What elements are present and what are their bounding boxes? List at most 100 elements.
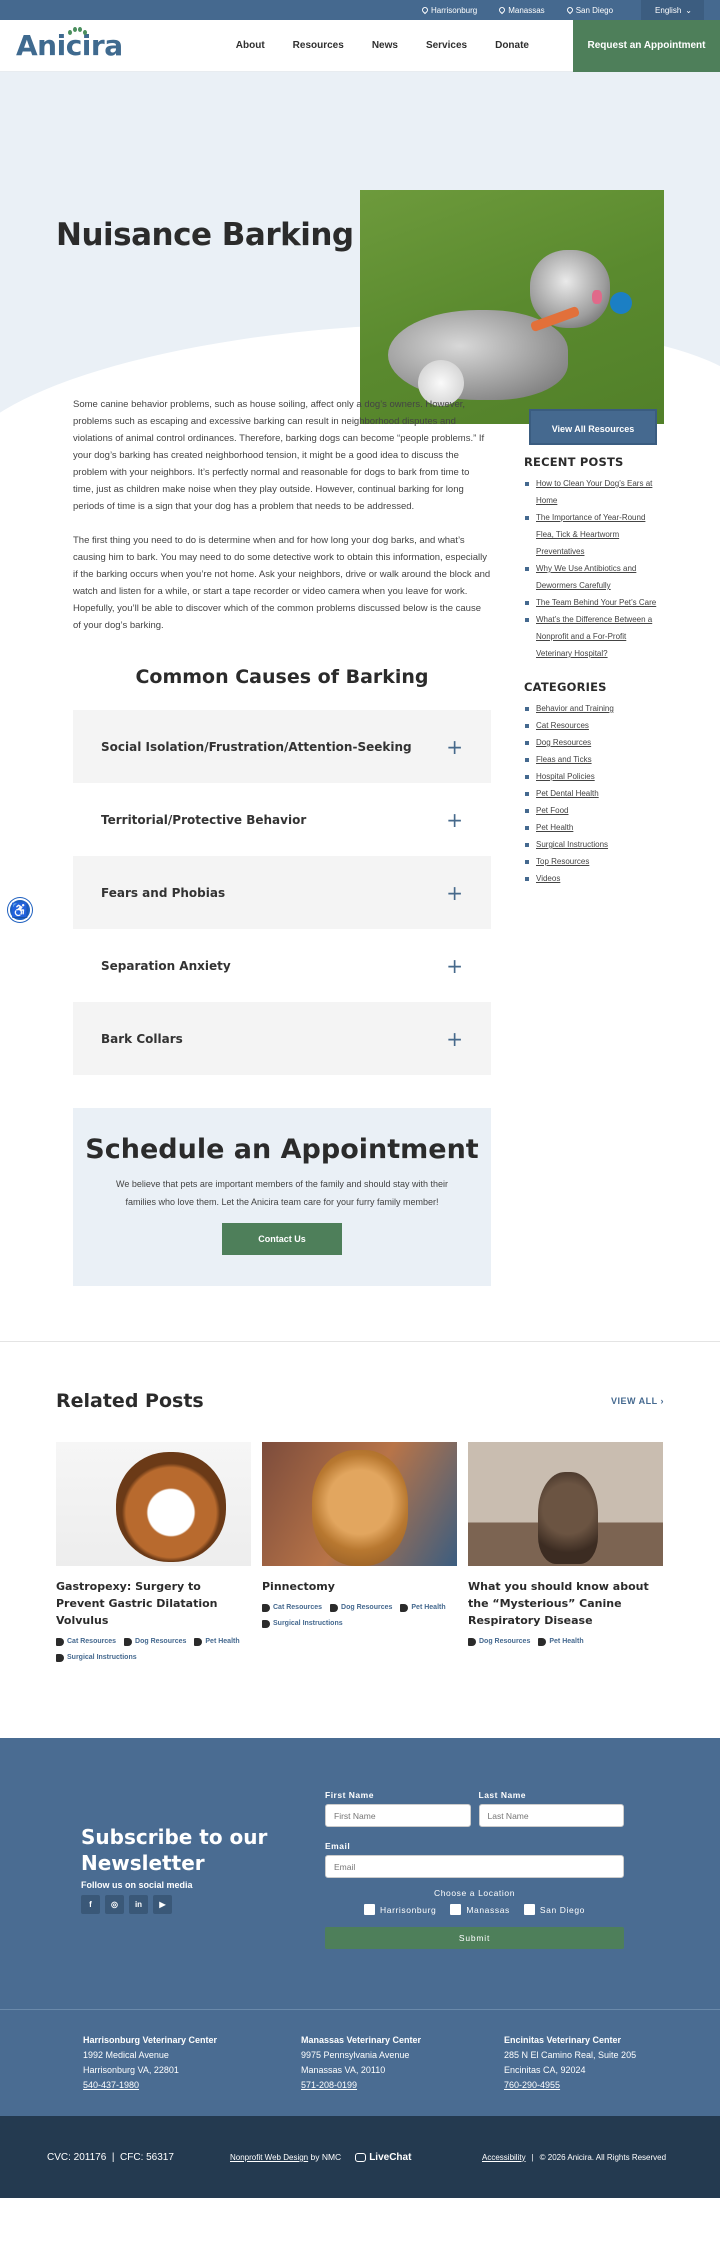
tag-link[interactable]: Dog Resources — [330, 1601, 392, 1615]
tag-link[interactable]: Pet Health — [400, 1601, 446, 1615]
map-pin-icon — [565, 5, 574, 15]
location-info: Harrisonburg Veterinary Center 1992 Medi… — [83, 2035, 218, 2090]
livechat-logo[interactable]: LiveChat — [355, 2152, 411, 2163]
category-link[interactable]: Hospital Policies — [524, 768, 664, 785]
phone-link[interactable]: 571-208-0199 — [301, 2080, 357, 2090]
recent-post-link[interactable]: How to Clean Your Dog’s Ears at Home — [524, 475, 664, 509]
accordion-item[interactable]: Social Isolation/Frustration/Attention-S… — [73, 710, 491, 783]
category-link[interactable]: Surgical Instructions — [524, 836, 664, 853]
checkbox-san-diego[interactable]: San Diego — [523, 1904, 585, 1915]
location-link-harrisonburg[interactable]: Harrisonburg — [420, 5, 477, 15]
tag-link[interactable]: Cat Resources — [262, 1601, 322, 1615]
nav-news[interactable]: News — [358, 40, 412, 51]
nav-resources[interactable]: Resources — [279, 40, 358, 51]
tag-link[interactable]: Dog Resources — [124, 1635, 186, 1649]
accordion-item[interactable]: Separation Anxiety + — [73, 929, 491, 1002]
schedule-text: We believe that pets are important membe… — [116, 1179, 448, 1207]
causes-heading: Common Causes of Barking — [135, 666, 429, 688]
tag-link[interactable]: Cat Resources — [56, 1635, 116, 1649]
post-title[interactable]: What you should know about the “Mysterio… — [468, 1578, 663, 1629]
checkbox[interactable] — [523, 1904, 535, 1915]
nav-services[interactable]: Services — [412, 40, 481, 51]
recent-post-link[interactable]: Why We Use Antibiotics and Dewormers Car… — [524, 560, 664, 594]
checkbox-manassas[interactable]: Manassas — [450, 1904, 510, 1915]
recent-post-link[interactable]: The Team Behind Your Pet’s Care — [524, 594, 664, 611]
location-link-manassas[interactable]: Manassas — [497, 6, 545, 15]
recent-posts-list: How to Clean Your Dog’s Ears at Home The… — [524, 475, 664, 662]
location-info: Encinitas Veterinary Center 285 N El Cam… — [504, 2035, 637, 2090]
tag-link[interactable]: Surgical Instructions — [262, 1617, 343, 1631]
post-card[interactable]: Pinnectomy Cat Resources Dog Resources P… — [262, 1442, 457, 1665]
post-card[interactable]: Gastropexy: Surgery to Prevent Gastric D… — [56, 1442, 251, 1665]
phone-link[interactable]: 760-290-4955 — [504, 2080, 560, 2090]
view-all-link[interactable]: VIEW ALL › — [611, 1396, 664, 1406]
category-link[interactable]: Fleas and Ticks — [524, 751, 664, 768]
accessibility-link[interactable]: Accessibility — [482, 2153, 526, 2162]
logo[interactable]: Anicira — [16, 27, 126, 62]
checkbox-harrisonburg[interactable]: Harrisonburg — [364, 1904, 436, 1915]
category-link[interactable]: Pet Dental Health — [524, 785, 664, 802]
follow-text: Follow us on social media — [81, 1880, 193, 1890]
tag-link[interactable]: Pet Health — [538, 1635, 584, 1649]
location-link-san-diego[interactable]: San Diego — [565, 5, 613, 15]
tag-link[interactable]: Dog Resources — [468, 1635, 530, 1649]
request-appointment-button[interactable]: Request an Appointment — [573, 19, 720, 72]
cvc-code: CVC: 201176 — [47, 2151, 107, 2163]
view-all-resources-button[interactable]: View All Resources — [529, 409, 657, 445]
newsletter-form: First Name Last Name Email Choose a Loca… — [325, 1790, 624, 1949]
category-link[interactable]: Top Resources — [524, 853, 664, 870]
category-link[interactable]: Pet Health — [524, 819, 664, 836]
phone-link[interactable]: 540-437-1980 — [83, 2080, 139, 2090]
recent-post-link[interactable]: The Importance of Year-Round Flea, Tick … — [524, 509, 664, 560]
web-design-link[interactable]: Nonprofit Web Design — [230, 2153, 308, 2162]
map-pin-icon — [420, 5, 430, 15]
tag-icon — [262, 1620, 270, 1628]
language-selector[interactable]: English ⌄ — [641, 0, 704, 20]
sidebar: View All Resources RECENT POSTS How to C… — [524, 409, 664, 1286]
accordion-item[interactable]: Territorial/Protective Behavior + — [73, 783, 491, 856]
email-field[interactable] — [325, 1855, 624, 1878]
page-title: Nuisance Barking — [56, 217, 354, 253]
article: Some canine behavior problems, such as h… — [73, 396, 491, 1286]
category-link[interactable]: Pet Food — [524, 802, 664, 819]
category-link[interactable]: Behavior and Training — [524, 700, 664, 717]
recent-posts-heading: RECENT POSTS — [524, 455, 624, 469]
accessibility-icon[interactable]: ♿ — [8, 898, 32, 922]
plus-icon: + — [446, 880, 463, 905]
post-image[interactable] — [56, 1442, 251, 1566]
post-title[interactable]: Pinnectomy — [262, 1578, 457, 1595]
hero: Nuisance Barking — [0, 72, 720, 424]
checkbox[interactable] — [364, 1904, 375, 1915]
facebook-icon[interactable]: f — [81, 1895, 100, 1914]
submit-button[interactable]: Submit — [325, 1927, 624, 1949]
instagram-icon[interactable]: ◎ — [105, 1895, 124, 1914]
category-link[interactable]: Videos — [524, 870, 664, 887]
article-paragraph: The first thing you need to do is determ… — [73, 535, 491, 631]
recent-post-link[interactable]: What’s the Difference Between a Nonprofi… — [524, 611, 664, 662]
newsletter-title: Subscribe to our Newsletter — [81, 1825, 268, 1875]
last-name-field[interactable] — [478, 1804, 624, 1827]
tag-link[interactable]: Pet Health — [194, 1635, 240, 1649]
checkbox[interactable] — [450, 1904, 462, 1915]
tag-link[interactable]: Surgical Instructions — [56, 1651, 137, 1665]
category-link[interactable]: Dog Resources — [524, 734, 664, 751]
copyright: © 2026 Anicira. All Rights Reserved — [539, 2152, 667, 2162]
top-bar: Harrisonburg Manassas San Diego English ⌄ — [0, 0, 720, 20]
post-card[interactable]: What you should know about the “Mysterio… — [468, 1442, 663, 1665]
linkedin-icon[interactable]: in — [129, 1895, 148, 1914]
post-image[interactable] — [262, 1442, 457, 1566]
youtube-icon[interactable]: ▶ — [153, 1895, 172, 1914]
locations-footer: Harrisonburg Veterinary Center 1992 Medi… — [0, 2009, 720, 2116]
post-title[interactable]: Gastropexy: Surgery to Prevent Gastric D… — [56, 1578, 251, 1629]
related-posts: Related Posts VIEW ALL › Gastropexy: Sur… — [0, 1342, 720, 1738]
accordion-item[interactable]: Fears and Phobias + — [73, 856, 491, 929]
accordion-item[interactable]: Bark Collars + — [73, 1002, 491, 1075]
nav-donate[interactable]: Donate — [481, 40, 543, 51]
choose-location-label: Choose a Location — [433, 1888, 516, 1898]
tag-icon — [330, 1604, 339, 1612]
post-image[interactable] — [468, 1442, 663, 1566]
category-link[interactable]: Cat Resources — [524, 717, 664, 734]
nav-about[interactable]: About — [222, 40, 279, 51]
contact-us-button[interactable]: Contact Us — [222, 1223, 342, 1255]
first-name-field[interactable] — [325, 1804, 471, 1827]
